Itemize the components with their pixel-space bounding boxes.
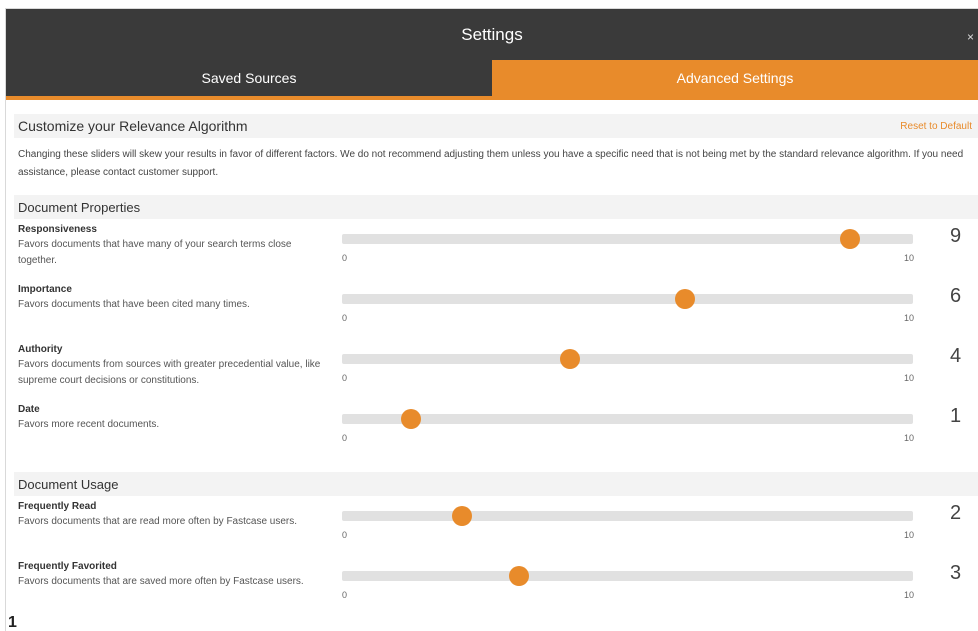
tab-saved-sources[interactable]: Saved Sources <box>6 60 492 96</box>
slider-row: Importance Favors documents that have bee… <box>14 279 978 339</box>
slider-value: 9 <box>950 225 962 247</box>
slider-description: Favors documents that have been cited ma… <box>18 299 250 310</box>
slider-row: Responsiveness Favors documents that have… <box>14 219 978 279</box>
slider-thumb[interactable] <box>400 409 421 429</box>
slider-min-label: 0 <box>342 313 348 323</box>
slider-row: Frequently Read Favors documents that are… <box>14 496 978 556</box>
slider-label: Authority <box>18 344 63 355</box>
slider-max-label: 10 <box>904 313 915 323</box>
section-header: Document Usage <box>14 472 978 496</box>
slider-min-label: 0 <box>342 253 348 263</box>
corner-label: 1 <box>6 615 28 631</box>
slider-label: Frequently Favorited <box>18 561 117 572</box>
slider-max-label: 10 <box>904 373 915 383</box>
slider-value: 3 <box>950 562 962 584</box>
slider-max-label: 10 <box>904 530 915 540</box>
tab-advanced-settings[interactable]: Advanced Settings <box>492 60 978 96</box>
slider-thumb[interactable] <box>451 506 472 526</box>
close-icon[interactable]: × <box>967 31 974 43</box>
slider-track[interactable] <box>342 349 913 369</box>
slider-thumb[interactable] <box>674 289 695 309</box>
slider-row: Authority Favors documents from sources w… <box>14 339 978 399</box>
slider-row: Frequently Favorited Favors documents tha… <box>14 556 978 616</box>
slider-max-label: 10 <box>904 590 915 600</box>
slider-label: Responsiveness <box>18 224 97 235</box>
slider-description: Favors documents that are read more ofte… <box>18 516 298 527</box>
slider-thumb[interactable] <box>840 229 861 249</box>
slider-value: 6 <box>950 285 962 307</box>
slider-sections: Document Properties Responsiveness Favors … <box>14 195 978 616</box>
settings-dialog: Settings × Saved Sources Advanced Settin… <box>6 9 978 631</box>
tab-bar: Saved Sources Advanced Settings <box>6 60 978 100</box>
slider-label: Frequently Read <box>18 501 97 512</box>
section-header: Document Properties <box>14 195 978 219</box>
slider-thumb[interactable] <box>509 566 529 586</box>
slider-description: Favors documents that have many of your … <box>18 239 292 266</box>
slider-description: Favors documents that are saved more oft… <box>18 576 304 587</box>
slider-track[interactable] <box>342 289 913 309</box>
slider-track[interactable] <box>342 229 913 249</box>
reset-to-default-link[interactable]: Reset to Default <box>900 121 978 132</box>
slider-description: Favors more recent documents. <box>18 419 160 430</box>
slider-description: Favors documents from sources with great… <box>18 359 321 386</box>
slider-min-label: 0 <box>342 590 348 600</box>
slider-track[interactable] <box>342 566 913 586</box>
customize-header: Customize your Relevance Algorithm Reset… <box>14 114 978 138</box>
customize-heading: Customize your Relevance Algorithm <box>18 118 248 134</box>
dialog-title: Settings <box>461 24 523 44</box>
section-heading: Document Usage <box>18 476 119 492</box>
slider-label: Date <box>18 404 40 415</box>
slider-label: Importance <box>18 284 72 295</box>
dialog-titlebar: Settings × <box>6 9 978 60</box>
slider-thumb[interactable] <box>560 349 581 369</box>
slider-value: 2 <box>950 502 962 524</box>
slider-min-label: 0 <box>342 530 348 540</box>
slider-min-label: 0 <box>342 433 348 443</box>
dialog-content: Customize your Relevance Algorithm Reset… <box>6 114 978 616</box>
slider-max-label: 10 <box>904 253 915 263</box>
slider-min-label: 0 <box>342 373 348 383</box>
slider-row: Date Favors more recent documents. 0 10 1 <box>14 399 978 459</box>
section-heading: Document Properties <box>18 199 141 215</box>
slider-max-label: 10 <box>904 433 915 443</box>
slider-value: 4 <box>950 345 962 367</box>
slider-track[interactable] <box>342 409 913 429</box>
slider-value: 1 <box>950 405 962 427</box>
slider-track[interactable] <box>342 506 913 526</box>
customize-description: Changing these sliders will skew your re… <box>18 149 964 178</box>
